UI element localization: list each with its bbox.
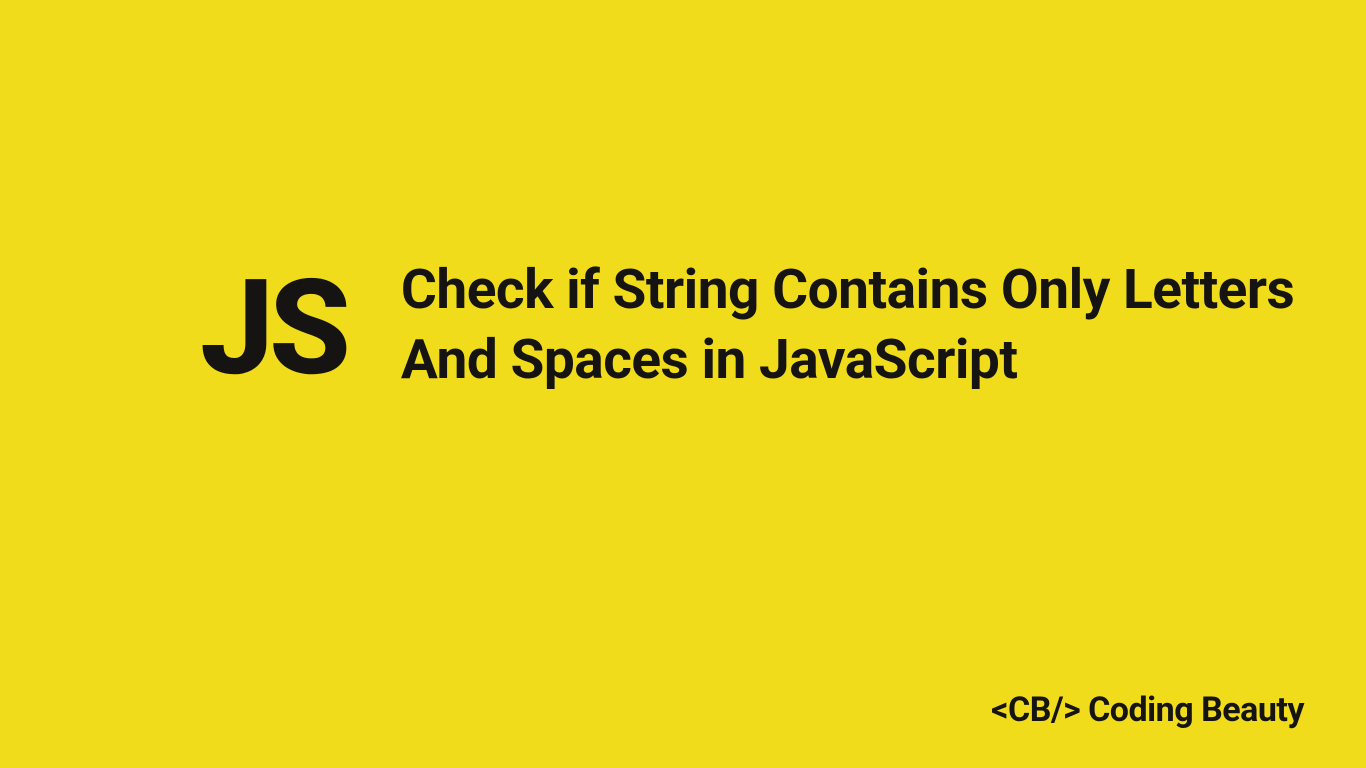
- brand-signature: <CB/> Coding Beauty: [991, 690, 1304, 730]
- content-wrapper: JS Check if String Contains Only Letters…: [200, 255, 1366, 396]
- js-logo: JS: [200, 263, 346, 395]
- article-title: Check if String Contains Only Letters An…: [401, 255, 1366, 396]
